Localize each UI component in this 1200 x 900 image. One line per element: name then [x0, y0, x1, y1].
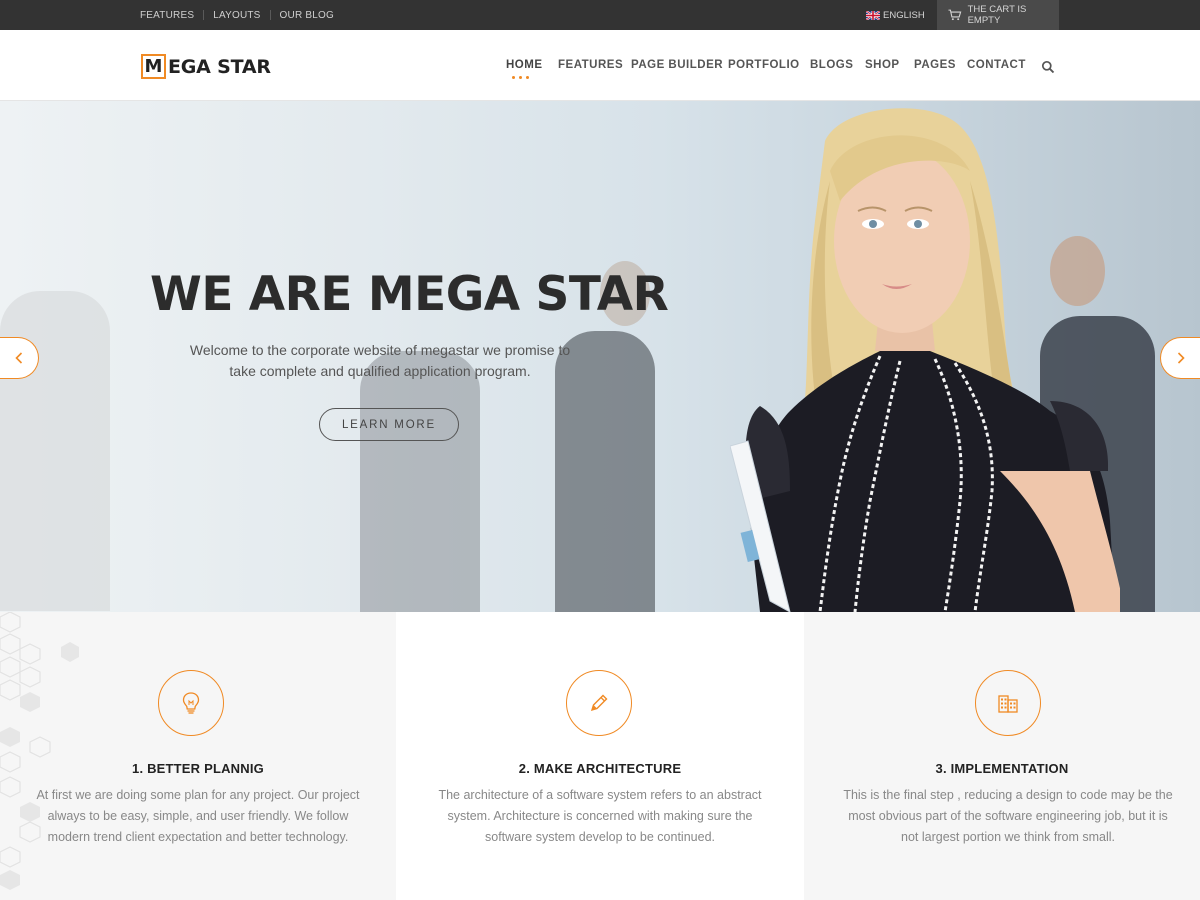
feature-card: 3. IMPLEMENTATION This is the final step…: [804, 612, 1200, 900]
feature-icon-circle: [975, 670, 1041, 736]
feature-title: 1. BETTER PLANNIG: [132, 761, 264, 776]
feature-text-line: always to be easy, simple, and user frie…: [47, 809, 349, 823]
language-label: ENGLISH: [883, 9, 925, 21]
lightbulb-icon: [182, 692, 200, 714]
feature-text-line: modern trend client expectation and bett…: [47, 830, 349, 844]
hero-subtitle: Welcome to the corporate website of mega…: [180, 340, 580, 382]
learn-more-button[interactable]: LEARN MORE: [319, 408, 459, 441]
logo-mark: M: [141, 54, 166, 79]
site-header: M EGA STAR HOME FEATURES PAGE BUILDER PO…: [0, 30, 1200, 101]
cart-icon: [948, 9, 962, 21]
divider: [203, 10, 205, 20]
background-figure: [360, 351, 480, 612]
feature-text-line: most obvious part of the software engine…: [848, 809, 1168, 823]
top-links: FEATURES LAYOUTS OUR BLOG: [140, 0, 334, 30]
feature-card: 1. BETTER PLANNIG At first we are doing …: [0, 612, 396, 900]
nav-contact[interactable]: CONTACT: [967, 59, 1026, 71]
active-indicator: [512, 76, 529, 79]
feature-title: 2. MAKE ARCHITECTURE: [518, 761, 682, 776]
top-link-layouts[interactable]: LAYOUTS: [213, 10, 260, 21]
feature-text-line: At first we are doing some plan for any …: [36, 788, 360, 802]
hero-woman-image: [730, 108, 1120, 612]
cart-label: THE CART IS EMPTY: [967, 4, 1027, 26]
pencil-icon: [590, 694, 608, 712]
features-section: 1. BETTER PLANNIG At first we are doing …: [0, 612, 1200, 900]
nav-blogs[interactable]: BLOGS: [810, 59, 853, 71]
feature-description: At first we are doing some plan for any …: [20, 785, 376, 848]
chevron-right-icon: [1177, 352, 1185, 364]
nav-pages[interactable]: PAGES: [914, 59, 956, 71]
feature-description: The architecture of a software system re…: [420, 785, 780, 848]
search-icon[interactable]: [1041, 60, 1055, 74]
logo[interactable]: M EGA STAR: [141, 54, 271, 79]
feature-title: 3. IMPLEMENTATION: [935, 761, 1069, 776]
cart-button[interactable]: THE CART IS EMPTY: [937, 0, 1059, 30]
divider: [269, 10, 271, 20]
feature-text-line: system. Architecture is concerned with m…: [447, 809, 753, 823]
uk-flag-icon: [866, 10, 880, 20]
feature-card: 2. MAKE ARCHITECTURE The architecture of…: [396, 612, 804, 900]
feature-text-line: software system develop to be continued.: [485, 830, 715, 844]
top-link-features[interactable]: FEATURES: [140, 10, 194, 21]
top-bar: FEATURES LAYOUTS OUR BLOG ENGLISH THE CA…: [0, 0, 1200, 30]
nav-page-builder[interactable]: PAGE BUILDER: [631, 59, 723, 71]
feature-text-line: This is the final step , reducing a desi…: [843, 788, 1173, 802]
hero-title: WE ARE MEGA STAR: [150, 267, 669, 322]
language-selector[interactable]: ENGLISH: [866, 0, 925, 30]
hero-slider: WE ARE MEGA STAR Welcome to the corporat…: [0, 101, 1200, 612]
slider-next-button[interactable]: [1160, 337, 1200, 379]
hero-subtitle-line: take complete and qualified application …: [229, 363, 531, 379]
top-link-our-blog[interactable]: OUR BLOG: [280, 10, 334, 21]
feature-text-line: not largest portion we think from small.: [901, 830, 1115, 844]
feature-icon-circle: [566, 670, 632, 736]
hexagon-pattern-decoration: [0, 612, 79, 890]
feature-text-line: The architecture of a software system re…: [438, 788, 762, 802]
feature-icon-circle: [158, 670, 224, 736]
hero-subtitle-line: Welcome to the corporate website of mega…: [189, 342, 571, 358]
nav-features[interactable]: FEATURES: [558, 59, 623, 71]
chevron-left-icon: [14, 352, 22, 364]
feature-description: This is the final step , reducing a desi…: [824, 785, 1192, 848]
building-icon: [998, 695, 1018, 713]
nav-portfolio[interactable]: PORTFOLIO: [728, 59, 800, 71]
nav-home[interactable]: HOME: [506, 59, 543, 71]
nav-shop[interactable]: SHOP: [865, 59, 900, 71]
logo-text: EGA STAR: [168, 55, 271, 78]
